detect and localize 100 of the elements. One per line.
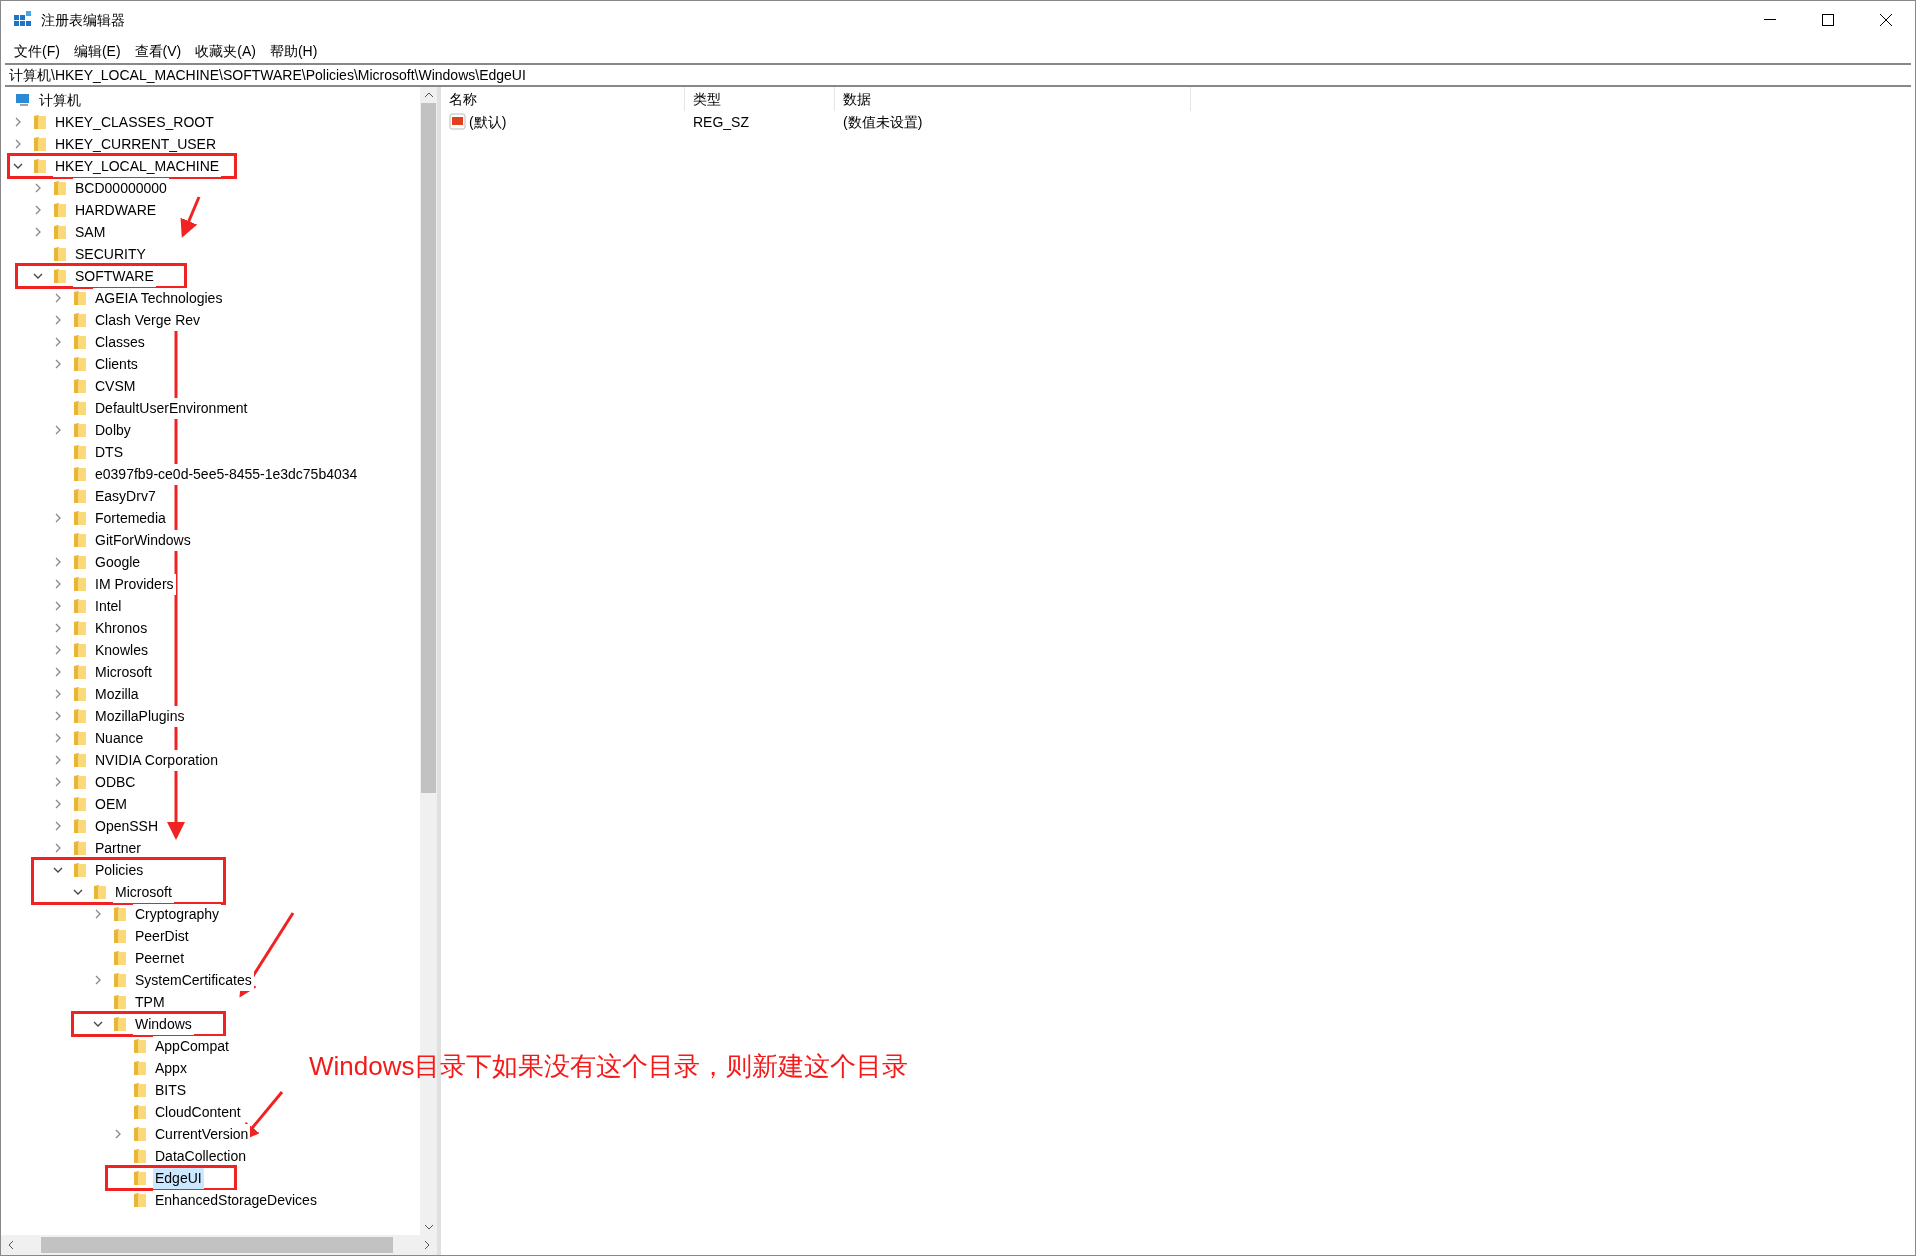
chevron-right-icon[interactable] <box>53 579 63 589</box>
folder-icon <box>113 1016 127 1032</box>
annotation-arrow <box>180 196 201 238</box>
folder-icon <box>53 224 67 240</box>
menu-item[interactable]: 帮助(H) <box>264 40 323 62</box>
folder-icon <box>133 1170 147 1186</box>
maximize-icon <box>1822 14 1834 26</box>
tree-item[interactable]: Cryptography <box>133 903 222 925</box>
folder-icon <box>93 884 107 900</box>
scrollbar-thumb[interactable] <box>421 103 436 793</box>
column-header[interactable]: 类型 <box>685 87 835 111</box>
folder-icon <box>33 158 47 174</box>
horizontal-scrollbar[interactable] <box>1 1235 437 1255</box>
chevron-right-icon[interactable] <box>13 117 23 127</box>
column-header[interactable]: 名称 <box>441 87 685 111</box>
chevron-right-icon[interactable] <box>53 623 63 633</box>
chevron-right-icon[interactable] <box>93 975 103 985</box>
folder-icon <box>73 840 87 856</box>
chevron-right-icon[interactable] <box>33 227 43 237</box>
chevron-down-icon[interactable] <box>13 161 23 171</box>
folder-icon <box>73 554 87 570</box>
folder-icon <box>73 730 87 746</box>
annotation-text: Windows目录下如果没有这个目录，则新建这个目录 <box>309 1050 909 1083</box>
menu-item[interactable]: 收藏夹(A) <box>190 40 261 62</box>
chevron-right-icon[interactable] <box>53 755 63 765</box>
folder-icon <box>73 576 87 592</box>
folder-icon <box>73 752 87 768</box>
folder-icon <box>73 862 87 878</box>
chevron-right-icon[interactable] <box>53 711 63 721</box>
chevron-right-icon[interactable] <box>53 557 63 567</box>
string-value-icon <box>449 113 467 131</box>
chevron-right-icon[interactable] <box>33 205 43 215</box>
folder-icon <box>73 290 87 306</box>
chevron-right-icon[interactable] <box>53 425 63 435</box>
scrollbar-thumb[interactable] <box>41 1237 393 1253</box>
folder-icon <box>133 1038 147 1054</box>
menu-item[interactable]: 查看(V) <box>129 40 187 62</box>
folder-icon <box>73 466 87 482</box>
chevron-right-icon[interactable] <box>53 843 63 853</box>
tree-item[interactable]: IM Providers <box>93 573 176 595</box>
window-title: 注册表编辑器 <box>41 10 125 30</box>
tree-item[interactable]: NVIDIA Corporation <box>93 749 220 771</box>
chevron-right-icon[interactable] <box>53 733 63 743</box>
folder-icon <box>73 686 87 702</box>
chevron-right-icon[interactable] <box>53 513 63 523</box>
folder-icon <box>113 928 127 944</box>
chevron-right-icon[interactable] <box>93 909 103 919</box>
chevron-down-icon[interactable] <box>53 865 63 875</box>
chevron-right-icon[interactable] <box>33 183 43 193</box>
folder-icon <box>73 378 87 394</box>
folder-icon <box>73 444 87 460</box>
address-bar[interactable]: 计算机\HKEY_LOCAL_MACHINE\SOFTWARE\Policies\Microsoft\Windows\EdgeUI <box>5 63 1911 87</box>
chevron-down-icon[interactable] <box>73 887 83 897</box>
folder-icon <box>113 950 127 966</box>
chevron-right-icon[interactable] <box>53 821 63 831</box>
chevron-right-icon[interactable] <box>53 293 63 303</box>
folder-icon <box>33 136 47 152</box>
tree-item[interactable]: CurrentVersion <box>153 1123 251 1145</box>
chevron-right-icon[interactable] <box>13 139 23 149</box>
close-icon <box>1880 14 1892 26</box>
tree-item[interactable]: AppCompat <box>153 1035 231 1057</box>
folder-icon <box>53 202 67 218</box>
chevron-right-icon[interactable] <box>113 1129 123 1139</box>
chevron-right-icon[interactable] <box>53 799 63 809</box>
chevron-right-icon[interactable] <box>53 645 63 655</box>
tree-item[interactable]: SystemCertificates <box>133 969 254 991</box>
folder-icon <box>73 334 87 350</box>
tree-item[interactable]: GitForWindows <box>93 529 193 551</box>
tree-item[interactable]: AGEIA Technologies <box>93 287 225 309</box>
folder-icon <box>73 796 87 812</box>
folder-icon <box>133 1082 147 1098</box>
folder-icon <box>133 1126 147 1142</box>
menu-item[interactable]: 文件(F) <box>9 40 65 62</box>
column-header[interactable]: 数据 <box>835 87 1191 111</box>
tree-item[interactable]: e0397fb9-ce0d-5ee5-8455-1e3dc75b4034 <box>93 463 360 485</box>
table-cell-text: (数值未设置) <box>842 112 924 132</box>
chevron-right-icon[interactable] <box>53 689 63 699</box>
tree-item[interactable]: EdgeUI <box>153 1167 204 1189</box>
folder-icon <box>133 1192 147 1208</box>
chevron-down-icon[interactable] <box>33 271 43 281</box>
folder-icon <box>133 1060 147 1076</box>
chevron-right-icon[interactable] <box>53 601 63 611</box>
folder-icon <box>133 1148 147 1164</box>
tree-item[interactable]: DefaultUserEnvironment <box>93 397 250 419</box>
chevron-right-icon[interactable] <box>53 337 63 347</box>
folder-icon <box>113 906 127 922</box>
chevron-down-icon[interactable] <box>93 1019 103 1029</box>
folder-icon <box>73 664 87 680</box>
folder-icon <box>73 642 87 658</box>
tree-item[interactable]: MozillaPlugins <box>93 705 187 727</box>
folder-icon <box>73 422 87 438</box>
chevron-right-icon[interactable] <box>53 777 63 787</box>
tree-item[interactable]: EnhancedStorageDevices <box>153 1189 319 1211</box>
chevron-right-icon[interactable] <box>53 359 63 369</box>
minimize-icon <box>1764 19 1776 21</box>
menu-item[interactable]: 编辑(E) <box>68 40 126 62</box>
folder-icon <box>113 994 127 1010</box>
chevron-right-icon[interactable] <box>53 315 63 325</box>
table-cell-text: REG_SZ <box>692 112 750 132</box>
chevron-right-icon[interactable] <box>53 667 63 677</box>
